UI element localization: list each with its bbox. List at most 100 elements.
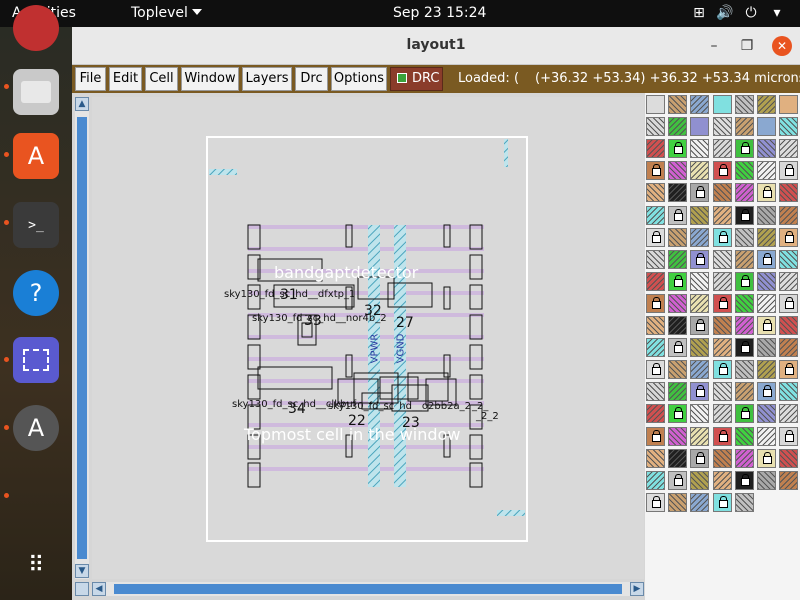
layer-swatch[interactable] xyxy=(734,470,754,490)
layer-swatch[interactable] xyxy=(757,183,776,203)
layer-swatch[interactable] xyxy=(757,426,776,446)
layer-swatch[interactable] xyxy=(712,249,732,269)
menu-drc[interactable]: Drc xyxy=(295,67,328,91)
layer-swatch[interactable] xyxy=(734,360,754,380)
layer-swatch[interactable] xyxy=(646,227,665,247)
layer-swatch[interactable] xyxy=(646,95,665,114)
layer-swatch[interactable] xyxy=(668,139,688,159)
software-icon[interactable]: A xyxy=(13,133,59,179)
close-icon[interactable]: ✕ xyxy=(772,36,792,56)
layer-swatch[interactable] xyxy=(734,249,754,269)
menu-cell[interactable]: Cell xyxy=(145,67,178,91)
horizontal-scroll-thumb[interactable] xyxy=(114,584,622,594)
layer-swatch[interactable] xyxy=(734,382,754,402)
layer-swatch[interactable] xyxy=(690,271,710,291)
layer-swatch[interactable] xyxy=(668,293,688,313)
layer-swatch[interactable] xyxy=(668,448,688,468)
layer-swatch[interactable] xyxy=(646,360,665,380)
layer-swatch[interactable] xyxy=(757,338,776,358)
layer-swatch[interactable] xyxy=(668,95,688,114)
layer-swatch[interactable] xyxy=(734,293,754,313)
layer-swatch[interactable] xyxy=(712,470,732,490)
layer-swatch[interactable] xyxy=(779,404,799,424)
scroll-down-arrow[interactable]: ▼ xyxy=(75,564,89,578)
menu-window[interactable]: Window xyxy=(181,67,239,91)
layer-swatch[interactable] xyxy=(779,338,799,358)
layer-swatch[interactable] xyxy=(690,492,710,512)
layer-swatch[interactable] xyxy=(668,492,688,512)
layer-swatch[interactable] xyxy=(734,492,754,512)
layer-swatch[interactable] xyxy=(668,271,688,291)
minimize-icon[interactable]: – xyxy=(704,36,724,56)
layer-swatch[interactable] xyxy=(646,382,665,402)
layer-swatch[interactable] xyxy=(690,227,710,247)
layer-swatch[interactable] xyxy=(646,117,665,137)
layer-swatch[interactable] xyxy=(690,183,710,203)
layer-swatch[interactable] xyxy=(690,338,710,358)
layer-swatch[interactable] xyxy=(668,404,688,424)
layer-swatch[interactable] xyxy=(646,249,665,269)
terminal-icon[interactable]: >_ xyxy=(13,202,59,248)
layer-swatch[interactable] xyxy=(779,382,799,402)
layer-swatch[interactable] xyxy=(757,161,776,181)
layer-swatch[interactable] xyxy=(712,227,732,247)
layer-swatch[interactable] xyxy=(779,293,799,313)
layer-swatch[interactable] xyxy=(712,271,732,291)
layer-swatch[interactable] xyxy=(690,470,710,490)
layer-swatch[interactable] xyxy=(690,139,710,159)
layer-swatch[interactable] xyxy=(779,316,799,335)
menu-layers[interactable]: Layers xyxy=(242,67,292,91)
layer-swatch[interactable] xyxy=(690,448,710,468)
layer-swatch[interactable] xyxy=(779,183,799,203)
layer-swatch[interactable] xyxy=(646,338,665,358)
layer-swatch[interactable] xyxy=(668,382,688,402)
layer-swatch[interactable] xyxy=(646,271,665,291)
layer-swatch[interactable] xyxy=(779,470,799,490)
layer-swatch[interactable] xyxy=(646,316,665,335)
layer-swatch[interactable] xyxy=(668,183,688,203)
zoom-corner-box[interactable] xyxy=(75,582,89,596)
layer-swatch[interactable] xyxy=(646,492,665,512)
layer-palette[interactable] xyxy=(645,93,800,600)
layer-swatch[interactable] xyxy=(757,271,776,291)
layer-swatch[interactable] xyxy=(779,227,799,247)
layer-swatch[interactable] xyxy=(690,360,710,380)
layer-swatch[interactable] xyxy=(690,316,710,335)
layer-swatch[interactable] xyxy=(712,316,732,335)
menu-options[interactable]: Options xyxy=(331,67,387,91)
layer-swatch[interactable] xyxy=(646,205,665,225)
layer-swatch[interactable] xyxy=(668,249,688,269)
layer-swatch[interactable] xyxy=(712,205,732,225)
scroll-right-arrow[interactable]: ▶ xyxy=(630,582,644,596)
layer-swatch[interactable] xyxy=(734,227,754,247)
layer-swatch[interactable] xyxy=(779,95,799,114)
layer-swatch[interactable] xyxy=(712,139,732,159)
system-tray[interactable]: ⊞ 🔊 ⏻ ▾ xyxy=(690,4,786,22)
layer-swatch[interactable] xyxy=(646,448,665,468)
layer-swatch[interactable] xyxy=(668,117,688,137)
layer-swatch[interactable] xyxy=(690,95,710,114)
layer-swatch[interactable] xyxy=(668,426,688,446)
layer-swatch[interactable] xyxy=(712,426,732,446)
layer-swatch[interactable] xyxy=(757,448,776,468)
layer-swatch[interactable] xyxy=(734,426,754,446)
layout-canvas[interactable]: sky130_fd_sc_hd__dfxtp_1 sky130_fd_sc_hd… xyxy=(92,97,644,579)
layer-swatch[interactable] xyxy=(668,227,688,247)
scroll-up-arrow[interactable]: ▲ xyxy=(75,97,89,111)
chevron-down-icon[interactable]: ▾ xyxy=(768,4,786,22)
layer-swatch[interactable] xyxy=(690,205,710,225)
layer-swatch[interactable] xyxy=(712,360,732,380)
layer-swatch[interactable] xyxy=(690,404,710,424)
app-menu-button[interactable]: Toplevel xyxy=(131,5,202,21)
layer-swatch[interactable] xyxy=(734,404,754,424)
layer-swatch[interactable] xyxy=(757,382,776,402)
layer-swatch[interactable] xyxy=(712,382,732,402)
layer-swatch[interactable] xyxy=(757,404,776,424)
scroll-left-arrow[interactable]: ◀ xyxy=(92,582,106,596)
layer-swatch[interactable] xyxy=(757,95,776,114)
layer-swatch[interactable] xyxy=(734,338,754,358)
layer-swatch[interactable] xyxy=(712,404,732,424)
menu-edit[interactable]: Edit xyxy=(109,67,142,91)
files-icon[interactable] xyxy=(13,69,59,115)
layer-swatch[interactable] xyxy=(668,161,688,181)
